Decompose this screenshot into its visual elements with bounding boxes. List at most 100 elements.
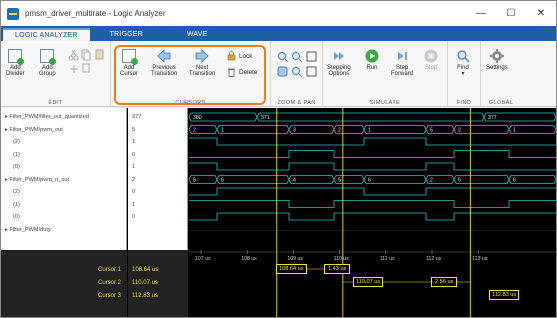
- bus-value-label: 380: [193, 115, 202, 121]
- signal-name[interactable]: (2): [13, 139, 20, 145]
- axis-tick-label: 107 us: [195, 256, 211, 262]
- signal-name[interactable]: (1): [13, 152, 20, 158]
- bus-value-label: 4: [293, 178, 296, 184]
- bus-value-label: 1: [513, 128, 516, 134]
- signal-name[interactable]: ▸ Filter_PWM/filter_out_quantized: [5, 114, 89, 120]
- zoom-out-icon: [292, 52, 303, 63]
- bus-value-label: 5: [338, 178, 341, 184]
- signal-name[interactable]: (0): [13, 214, 20, 220]
- cursor-values-column: 108.64 us 110.07 us 112.83 us: [128, 250, 188, 317]
- cursor-3-marker[interactable]: 112.83 us: [489, 290, 520, 300]
- digital-waveform: [189, 212, 556, 221]
- digital-waveform: [189, 187, 556, 196]
- step-forward-button[interactable]: Step Forward: [391, 49, 413, 78]
- bus-waveform: 380 371 377: [189, 112, 556, 122]
- run-button[interactable]: Run: [365, 49, 379, 71]
- title-bar: pmsm_driver_multirate - Logic Analyzer —…: [1, 1, 556, 26]
- axis-tick-label: 109 us: [287, 256, 303, 262]
- signal-value: 5: [132, 126, 136, 133]
- cursor-1-label: Cursor 1: [97, 267, 121, 273]
- add-group-icon: [40, 49, 57, 65]
- signal-display: ▸ Filter_PWM/filter_out_quantized ▸ Filte…: [1, 108, 556, 250]
- bus-value-label: 371: [261, 115, 270, 121]
- signal-value: 1: [132, 139, 136, 145]
- tab-trigger[interactable]: TRIGGER: [98, 28, 155, 41]
- signal-name[interactable]: (1): [13, 202, 20, 208]
- signal-name[interactable]: (2): [13, 189, 20, 195]
- cursor-panel: Cursor 1 Cursor 2 Cursor 3 108.64 us 110…: [1, 250, 556, 317]
- bus-value-label: 1: [221, 128, 224, 134]
- bus-value-label: 1: [368, 128, 371, 134]
- cursor-2-marker[interactable]: 110.07 us: [353, 277, 384, 287]
- bus-value-label: 3: [293, 128, 296, 134]
- tab-wave[interactable]: WAVE: [175, 28, 220, 41]
- axis-tick-label: 111 us: [380, 256, 395, 262]
- stop-icon: [424, 49, 438, 63]
- copy-icon: [81, 49, 91, 61]
- window-controls: — ☐ ✕: [466, 1, 556, 25]
- pan-icon: [277, 66, 288, 77]
- cursors-label: CURSORS: [175, 100, 206, 106]
- find-button[interactable]: Find ▾: [456, 49, 470, 78]
- tab-logic-analyzer[interactable]: LOGIC ANALYZER: [3, 28, 90, 41]
- edit-section: Add Divider Add Group EDIT: [1, 41, 111, 107]
- add-group-button[interactable]: Add Group: [39, 49, 57, 78]
- delta-2-3-label: 2.56 us: [431, 277, 458, 287]
- bus-value-label: 6: [221, 178, 224, 184]
- bus-value-label: 2: [338, 128, 341, 134]
- cursor-2-label: Cursor 2: [97, 280, 121, 286]
- signal-value: 2: [132, 176, 136, 183]
- cursors-section: Add Cursor Previous Transition Next Tran…: [111, 41, 271, 107]
- waveform-canvas[interactable]: 380 371 377 2 1 3 2 1 5 2 1 5 6 4 5 6 2 5 6: [189, 108, 556, 250]
- zoom-pan-label: ZOOM & PAN: [277, 100, 316, 106]
- previous-transition-button[interactable]: Previous Transition: [151, 49, 177, 78]
- stepping-options-icon: [333, 52, 344, 60]
- logic-analyzer-window: pmsm_driver_multirate - Logic Analyzer —…: [0, 0, 557, 318]
- signal-name[interactable]: (0): [13, 164, 20, 170]
- axis-tick-label: 113 us: [472, 256, 488, 262]
- signal-names-column: ▸ Filter_PWM/filter_out_quantized ▸ Filte…: [1, 108, 127, 250]
- bus-value-label: 2: [430, 178, 433, 184]
- gear-icon: [489, 49, 504, 63]
- digital-waveform: [189, 150, 556, 158]
- add-divider-button[interactable]: Add Divider: [6, 49, 25, 78]
- signal-name[interactable]: ▸ Filter_PWM/pwm_out: [5, 127, 63, 133]
- global-label: GLOBAL: [488, 100, 514, 106]
- cursor-1-value: 108.64 us: [132, 267, 159, 273]
- find-label: FIND: [456, 100, 472, 106]
- simulate-label: SIMULATE: [369, 100, 401, 106]
- zoom-pan-icons: [277, 51, 317, 78]
- cut-icon: [68, 49, 79, 61]
- delete-cursor-button[interactable]: Delete: [227, 67, 257, 77]
- next-transition-button[interactable]: Next Transition: [189, 49, 215, 78]
- add-cursor-button[interactable]: Add Cursor: [120, 49, 138, 78]
- arrow-left-icon: [157, 49, 171, 63]
- signal-value: 1: [132, 201, 136, 208]
- bus-value-label: 5: [193, 178, 196, 184]
- settings-button[interactable]: Settings: [486, 49, 508, 71]
- window-title: pmsm_driver_multirate - Logic Analyzer: [25, 9, 166, 18]
- trash-icon: [228, 68, 235, 77]
- cursor-1-marker[interactable]: 108.64 us: [276, 264, 307, 274]
- signal-value: 377: [132, 114, 142, 120]
- bus-value-label: 5: [430, 128, 433, 134]
- cursor-3-value: 112.83 us: [132, 293, 158, 299]
- signal-value: 1: [132, 164, 136, 170]
- step-forward-icon: [398, 52, 407, 60]
- stop-button[interactable]: Stop: [424, 49, 438, 71]
- maximize-button[interactable]: ☐: [496, 1, 526, 25]
- add-cursor-icon: [122, 49, 138, 65]
- stepping-options-button[interactable]: Stepping Options: [327, 49, 351, 78]
- lock-button[interactable]: Lock: [227, 51, 253, 61]
- edit-label: EDIT: [48, 100, 63, 106]
- close-button[interactable]: ✕: [526, 1, 556, 25]
- minimize-button[interactable]: —: [466, 1, 496, 25]
- move-icon: [70, 65, 78, 73]
- signal-name[interactable]: ▸ Filter_PWM/pwm_n_out: [5, 177, 69, 183]
- signal-value: 0: [132, 214, 136, 220]
- signal-name[interactable]: ▸ Filter_PWM/duty: [5, 227, 51, 233]
- fit-icon: [306, 51, 317, 62]
- edit-small-icons: [68, 49, 104, 73]
- bus-value-label: 5: [458, 178, 461, 184]
- zoom-in-icon: [278, 52, 289, 63]
